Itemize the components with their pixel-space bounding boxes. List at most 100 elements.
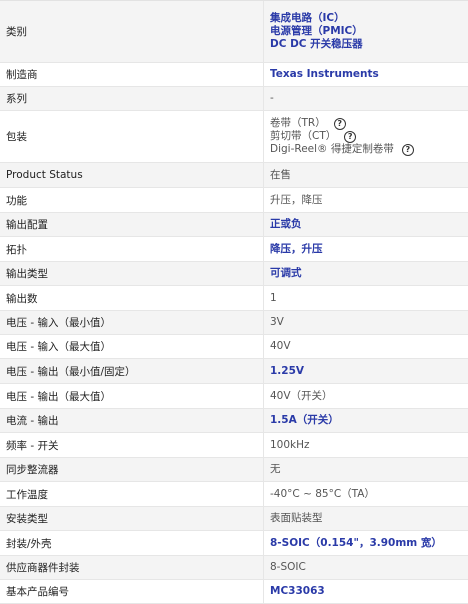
attribute-label: 系列 (6, 93, 27, 105)
attribute-row: 包装 卷带（TR）? 剪切带（CT）? Digi-Reel® 得捷定制卷带? (0, 111, 468, 163)
attribute-label: 安装类型 (6, 513, 48, 525)
attribute-value-label: 正或负 (270, 218, 302, 230)
attribute-value-label: 40V (270, 340, 291, 352)
attribute-value-text: 表面贴装型 (270, 512, 468, 525)
attribute-value-label: 在售 (270, 168, 291, 181)
attribute-label: 包装 (6, 131, 27, 143)
attribute-value-label: 8-SOIC (270, 561, 306, 573)
attribute-value-text: 40V (270, 340, 468, 353)
attribute-value-link[interactable]: DC DC 开关稳压器 (270, 38, 468, 51)
attribute-value-label: 3V (270, 316, 284, 328)
attribute-row: 供应商器件封装 8-SOIC (0, 556, 468, 580)
attribute-value: 40V（开关） (263, 384, 468, 408)
attribute-label: 输出数 (6, 292, 38, 305)
attribute-value-link[interactable]: 正或负 (270, 218, 468, 231)
attribute-value-label: - (270, 92, 274, 104)
attribute-row: 拓扑 降压，升压 (0, 237, 468, 262)
attribute-value-text: 3V (270, 316, 468, 329)
attribute-value-text: 无 (270, 463, 468, 476)
attribute-value-label: 40V（开关） (270, 389, 333, 402)
attribute-value-text: 剪切带（CT）? (270, 130, 468, 143)
attribute-row: 电压 - 输出（最大值） 40V（开关） (0, 384, 468, 409)
attribute-value-label: MC33063 (270, 585, 325, 597)
attribute-value-label: 升压，降压 (270, 193, 323, 206)
attribute-value: 正或负 (263, 213, 468, 236)
attribute-value-link[interactable]: 集成电路（IC） (270, 12, 468, 25)
attribute-row: 功能 升压，降压 (0, 188, 468, 213)
attribute-label: 电压 - 输出（最大值） (6, 390, 111, 403)
attribute-row: 电压 - 输入（最大值） 40V (0, 335, 468, 359)
attribute-label: 输出类型 (6, 268, 48, 280)
attribute-value-text: 卷带（TR）? (270, 117, 468, 130)
attribute-value: 在售 (263, 163, 468, 187)
attribute-value-link[interactable]: 8-SOIC（0.154"，3.90mm 宽） (270, 537, 468, 550)
attribute-value: 1.25V (263, 359, 468, 383)
attribute-value-text: Digi-Reel® 得捷定制卷带? (270, 143, 468, 156)
attribute-value: 降压，升压 (263, 237, 468, 261)
attribute-value-link[interactable]: 电源管理（PMIC） (270, 25, 468, 38)
attribute-row: 输出数 1 (0, 286, 468, 311)
attribute-value-label: -40°C ~ 85°C（TA） (270, 487, 375, 500)
attribute-value-link[interactable]: 降压，升压 (270, 243, 468, 256)
attribute-value-label: 集成电路（IC） (270, 12, 345, 24)
attribute-value-text: - (270, 92, 468, 105)
attribute-label: 电流 - 输出 (6, 415, 59, 427)
attribute-label: 拓扑 (6, 243, 27, 256)
attribute-label: 工作温度 (6, 488, 48, 501)
attribute-value-label: Digi-Reel® 得捷定制卷带 (270, 143, 394, 155)
attribute-value-text: 40V（开关） (270, 390, 468, 403)
attribute-value-label: 卷带（TR） (270, 117, 326, 129)
attribute-value: 可调式 (263, 262, 468, 285)
attribute-row: Product Status 在售 (0, 163, 468, 188)
attribute-row: 电压 - 输入（最小值） 3V (0, 311, 468, 335)
attribute-value-link[interactable]: 可调式 (270, 267, 468, 280)
attribute-label: 类别 (6, 26, 27, 38)
product-attributes-table: 类别 集成电路（IC） 电源管理（PMIC） DC DC 开关稳压器制造商 Texas … (0, 0, 468, 604)
attribute-value-link[interactable]: MC33063 (270, 585, 468, 598)
attribute-value-link[interactable]: Texas Instruments (270, 68, 468, 81)
attribute-value: 8-SOIC (263, 556, 468, 579)
attribute-value: 表面贴装型 (263, 507, 468, 530)
attribute-value-link[interactable]: 1.25V (270, 365, 468, 378)
attribute-value: 集成电路（IC） 电源管理（PMIC） DC DC 开关稳压器 (263, 1, 468, 62)
attribute-value-label: 降压，升压 (270, 242, 323, 255)
attribute-value: -40°C ~ 85°C（TA） (263, 482, 468, 506)
attribute-value-text: 升压，降压 (270, 194, 468, 207)
attribute-label: 电压 - 输入（最小值） (6, 317, 111, 329)
attribute-row: 电压 - 输出（最小值/固定） 1.25V (0, 359, 468, 384)
help-icon[interactable]: ? (344, 130, 357, 143)
attribute-value: Texas Instruments (263, 63, 468, 86)
attribute-label: 制造商 (6, 69, 38, 81)
attribute-value-text: -40°C ~ 85°C（TA） (270, 488, 468, 501)
attribute-value-label: DC DC 开关稳压器 (270, 38, 363, 50)
attribute-value-label: 1.5A（开关） (270, 414, 339, 426)
attribute-label: 频率 - 开关 (6, 439, 59, 452)
help-icon[interactable]: ? (333, 117, 346, 130)
attribute-value-label: 电源管理（PMIC） (270, 25, 363, 37)
attribute-label: 同步整流器 (6, 464, 59, 476)
attribute-value: 1.5A（开关） (263, 409, 468, 432)
attribute-value-text: 100kHz (270, 439, 468, 452)
attribute-value: - (263, 87, 468, 110)
attribute-value-label: 1 (270, 291, 277, 304)
attribute-row: 频率 - 开关 100kHz (0, 433, 468, 458)
attribute-label: 输出配置 (6, 219, 48, 231)
attribute-value-label: 100kHz (270, 438, 310, 451)
help-icon[interactable]: ? (401, 143, 414, 156)
attribute-value-link[interactable]: 1.5A（开关） (270, 414, 468, 427)
attribute-row: 系列 - (0, 87, 468, 111)
attribute-label: 供应商器件封装 (6, 562, 80, 574)
attribute-value: 8-SOIC（0.154"，3.90mm 宽） (263, 531, 468, 555)
attribute-value-text: 1 (270, 292, 468, 305)
attribute-value-label: 表面贴装型 (270, 512, 323, 524)
attribute-row: 同步整流器 无 (0, 458, 468, 482)
attribute-row: 类别 集成电路（IC） 电源管理（PMIC） DC DC 开关稳压器 (0, 1, 468, 63)
attribute-value: 100kHz (263, 433, 468, 457)
attribute-row: 输出配置 正或负 (0, 213, 468, 237)
attribute-value: 无 (263, 458, 468, 481)
attribute-value-label: 无 (270, 463, 281, 475)
attribute-value-label: 可调式 (270, 267, 302, 279)
attribute-label: 功能 (6, 194, 27, 207)
attribute-row: 安装类型 表面贴装型 (0, 507, 468, 531)
attribute-value: 升压，降压 (263, 188, 468, 212)
